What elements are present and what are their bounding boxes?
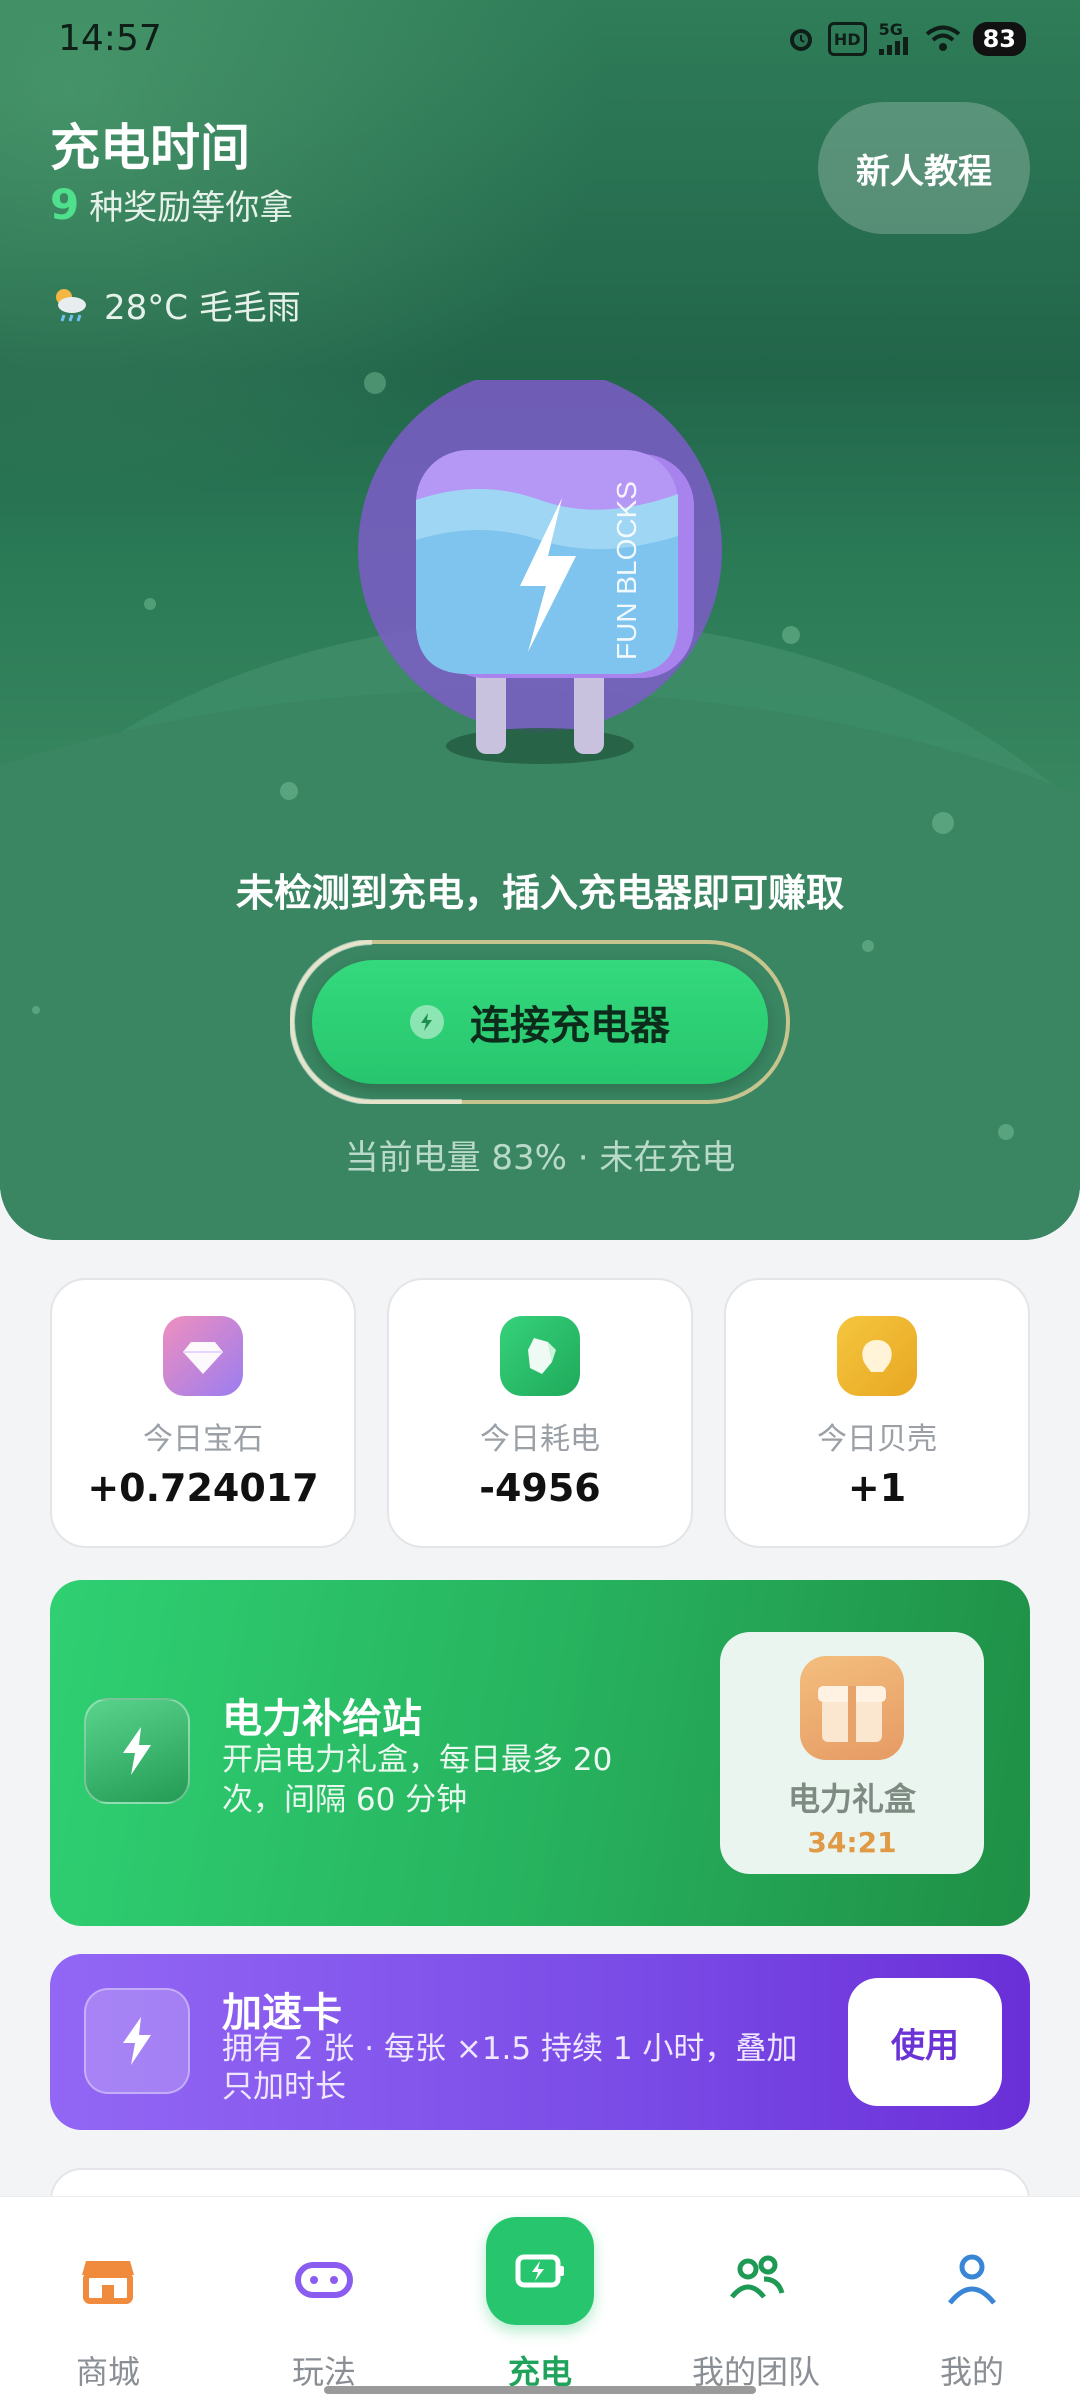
wifi-icon <box>925 22 961 56</box>
stat-value: -4956 <box>479 1466 601 1510</box>
shell-icon <box>837 1316 917 1396</box>
nav-label: 商城 <box>75 2353 140 2391</box>
battery-charge-icon <box>508 2239 572 2303</box>
alarm-icon <box>786 22 816 56</box>
reward-count: 9 <box>50 180 80 229</box>
power-station-title: 电力补给站 <box>222 1696 422 1742</box>
speed-lightning-icon <box>84 1988 190 2094</box>
nav-item-play[interactable]: 玩法 <box>216 2197 432 2400</box>
diamond-icon <box>163 1316 243 1396</box>
bubble <box>932 812 954 834</box>
battery-indicator: 83 <box>972 22 1026 56</box>
battery-status: 当前电量 83% · 未在充电 <box>344 1138 736 1178</box>
power-gift-box[interactable]: 电力礼盒 34:21 <box>720 1632 984 1874</box>
bubble <box>782 626 800 644</box>
stat-value: +0.724017 <box>87 1466 319 1510</box>
connect-charger-button[interactable]: 连接充电器 <box>312 960 768 1084</box>
user-icon <box>940 2247 1004 2311</box>
gamepad-icon <box>292 2247 356 2311</box>
bubble <box>144 598 156 610</box>
nav-item-store[interactable]: 商城 <box>0 2197 216 2400</box>
reward-text: 种奖励等你拿 <box>89 188 294 228</box>
nav-label: 我的 <box>939 2353 1004 2391</box>
stat-label: 今日耗电 <box>480 1422 600 1457</box>
status-bar: 14:57 HD 5G 83 <box>0 0 1080 80</box>
stat-card-power: 今日耗电 -4956 <box>387 1278 693 1548</box>
nav-item-profile[interactable]: 我的 <box>864 2197 1080 2400</box>
speed-card: 加速卡 拥有 2 张 · 每张 ×1.5 持续 1 小时，叠加只加时长 使用 <box>50 1954 1030 2130</box>
cloud-sun-rain-icon <box>50 285 90 325</box>
charger-illustration: FUN BLOCKS <box>340 368 740 780</box>
stat-card-shells: 今日贝壳 +1 <box>724 1278 1030 1548</box>
gift-timer: 34:21 <box>807 1826 897 1859</box>
nav-item-charge[interactable]: 充电 <box>432 2197 648 2400</box>
connect-charger-label: 连接充电器 <box>470 1003 670 1049</box>
stat-label: 今日宝石 <box>143 1422 263 1457</box>
bubble <box>862 940 874 952</box>
crystal-icon <box>500 1316 580 1396</box>
bolt-icon <box>410 1005 444 1039</box>
gift-icon <box>800 1656 904 1760</box>
hd-icon: HD <box>827 22 867 56</box>
speed-card-desc: 拥有 2 张 · 每张 ×1.5 持续 1 小时，叠加只加时长 <box>222 2031 798 2105</box>
home-indicator <box>324 2386 756 2394</box>
status-time: 14:57 <box>58 18 162 59</box>
store-icon <box>76 2247 140 2311</box>
gift-label: 电力礼盒 <box>787 1780 916 1818</box>
bubble <box>32 1006 40 1014</box>
charger-brand-text: FUN BLOCKS <box>611 481 642 660</box>
power-station-desc: 开启电力礼盒，每日最多 20 次，间隔 60 分钟 <box>222 1742 613 1818</box>
weather-text: 28°C 毛毛雨 <box>104 288 301 328</box>
reward-line: 9 种奖励等你拿 <box>50 180 293 229</box>
tutorial-button[interactable]: 新人教程 <box>818 102 1030 234</box>
team-icon <box>724 2247 788 2311</box>
lightning-icon <box>84 1698 190 1804</box>
bubble <box>280 782 298 800</box>
status-icons: HD 5G 83 <box>786 22 1026 56</box>
bottom-nav: 商城 玩法 充电 我的团队 我的 <box>0 2196 1080 2400</box>
page-title: 充电时间 <box>50 119 250 177</box>
weather: 28°C 毛毛雨 <box>50 280 301 329</box>
hero-section: 14:57 HD 5G 83 充电时间 9 种奖励等你拿 28°C 毛毛雨 新人教… <box>0 0 1080 1240</box>
charge-hint: 未检测到充电，插入充电器即可赚取 <box>235 871 844 915</box>
network-label: 5G <box>878 20 903 39</box>
nav-item-team[interactable]: 我的团队 <box>648 2197 864 2400</box>
use-button[interactable]: 使用 <box>848 1978 1002 2106</box>
stat-value: +1 <box>847 1466 907 1510</box>
stat-card-gems: 今日宝石 +0.724017 <box>50 1278 356 1548</box>
stat-label: 今日贝壳 <box>817 1422 937 1457</box>
power-station-card[interactable]: 电力补给站 开启电力礼盒，每日最多 20 次，间隔 60 分钟 电力礼盒 34:… <box>50 1580 1030 1926</box>
signal-icon: 5G <box>878 20 913 56</box>
